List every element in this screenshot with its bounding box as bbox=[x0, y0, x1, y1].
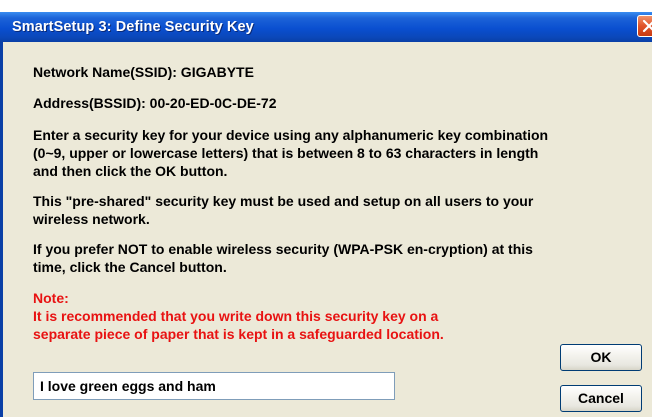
note-label: Note: bbox=[33, 290, 69, 306]
close-button[interactable] bbox=[637, 15, 652, 37]
ok-button[interactable]: OK bbox=[560, 344, 642, 371]
window-title: SmartSetup 3: Define Security Key bbox=[12, 19, 254, 35]
note-line-1: It is recommended that you write down th… bbox=[33, 308, 439, 324]
instructions-line-2: (0~9, upper or lowercase letters) that i… bbox=[33, 145, 539, 161]
note-line-2: separate piece of paper that is kept in … bbox=[33, 326, 444, 342]
close-icon bbox=[642, 19, 652, 33]
title-bar[interactable]: SmartSetup 3: Define Security Key bbox=[0, 12, 652, 42]
security-key-input[interactable] bbox=[33, 372, 395, 400]
preshared-line-1: This "pre-shared" security key must be u… bbox=[33, 193, 534, 209]
dialog-body: Network Name(SSID): GIGABYTE Address(BSS… bbox=[0, 42, 652, 417]
instructions-line-1: Enter a security key for your device usi… bbox=[33, 127, 549, 143]
address-label: Address(BSSID): 00-20-ED-0C-DE-72 bbox=[33, 95, 277, 111]
cancel-info-line-1: If you prefer NOT to enable wireless sec… bbox=[33, 241, 533, 257]
network-name-label: Network Name(SSID): GIGABYTE bbox=[33, 64, 254, 80]
cancel-button[interactable]: Cancel bbox=[560, 385, 642, 412]
preshared-line-2: wireless network. bbox=[33, 211, 150, 227]
cancel-info-line-2: time, click the Cancel button. bbox=[33, 259, 227, 275]
instructions-line-3: and then click the OK button. bbox=[33, 163, 228, 179]
